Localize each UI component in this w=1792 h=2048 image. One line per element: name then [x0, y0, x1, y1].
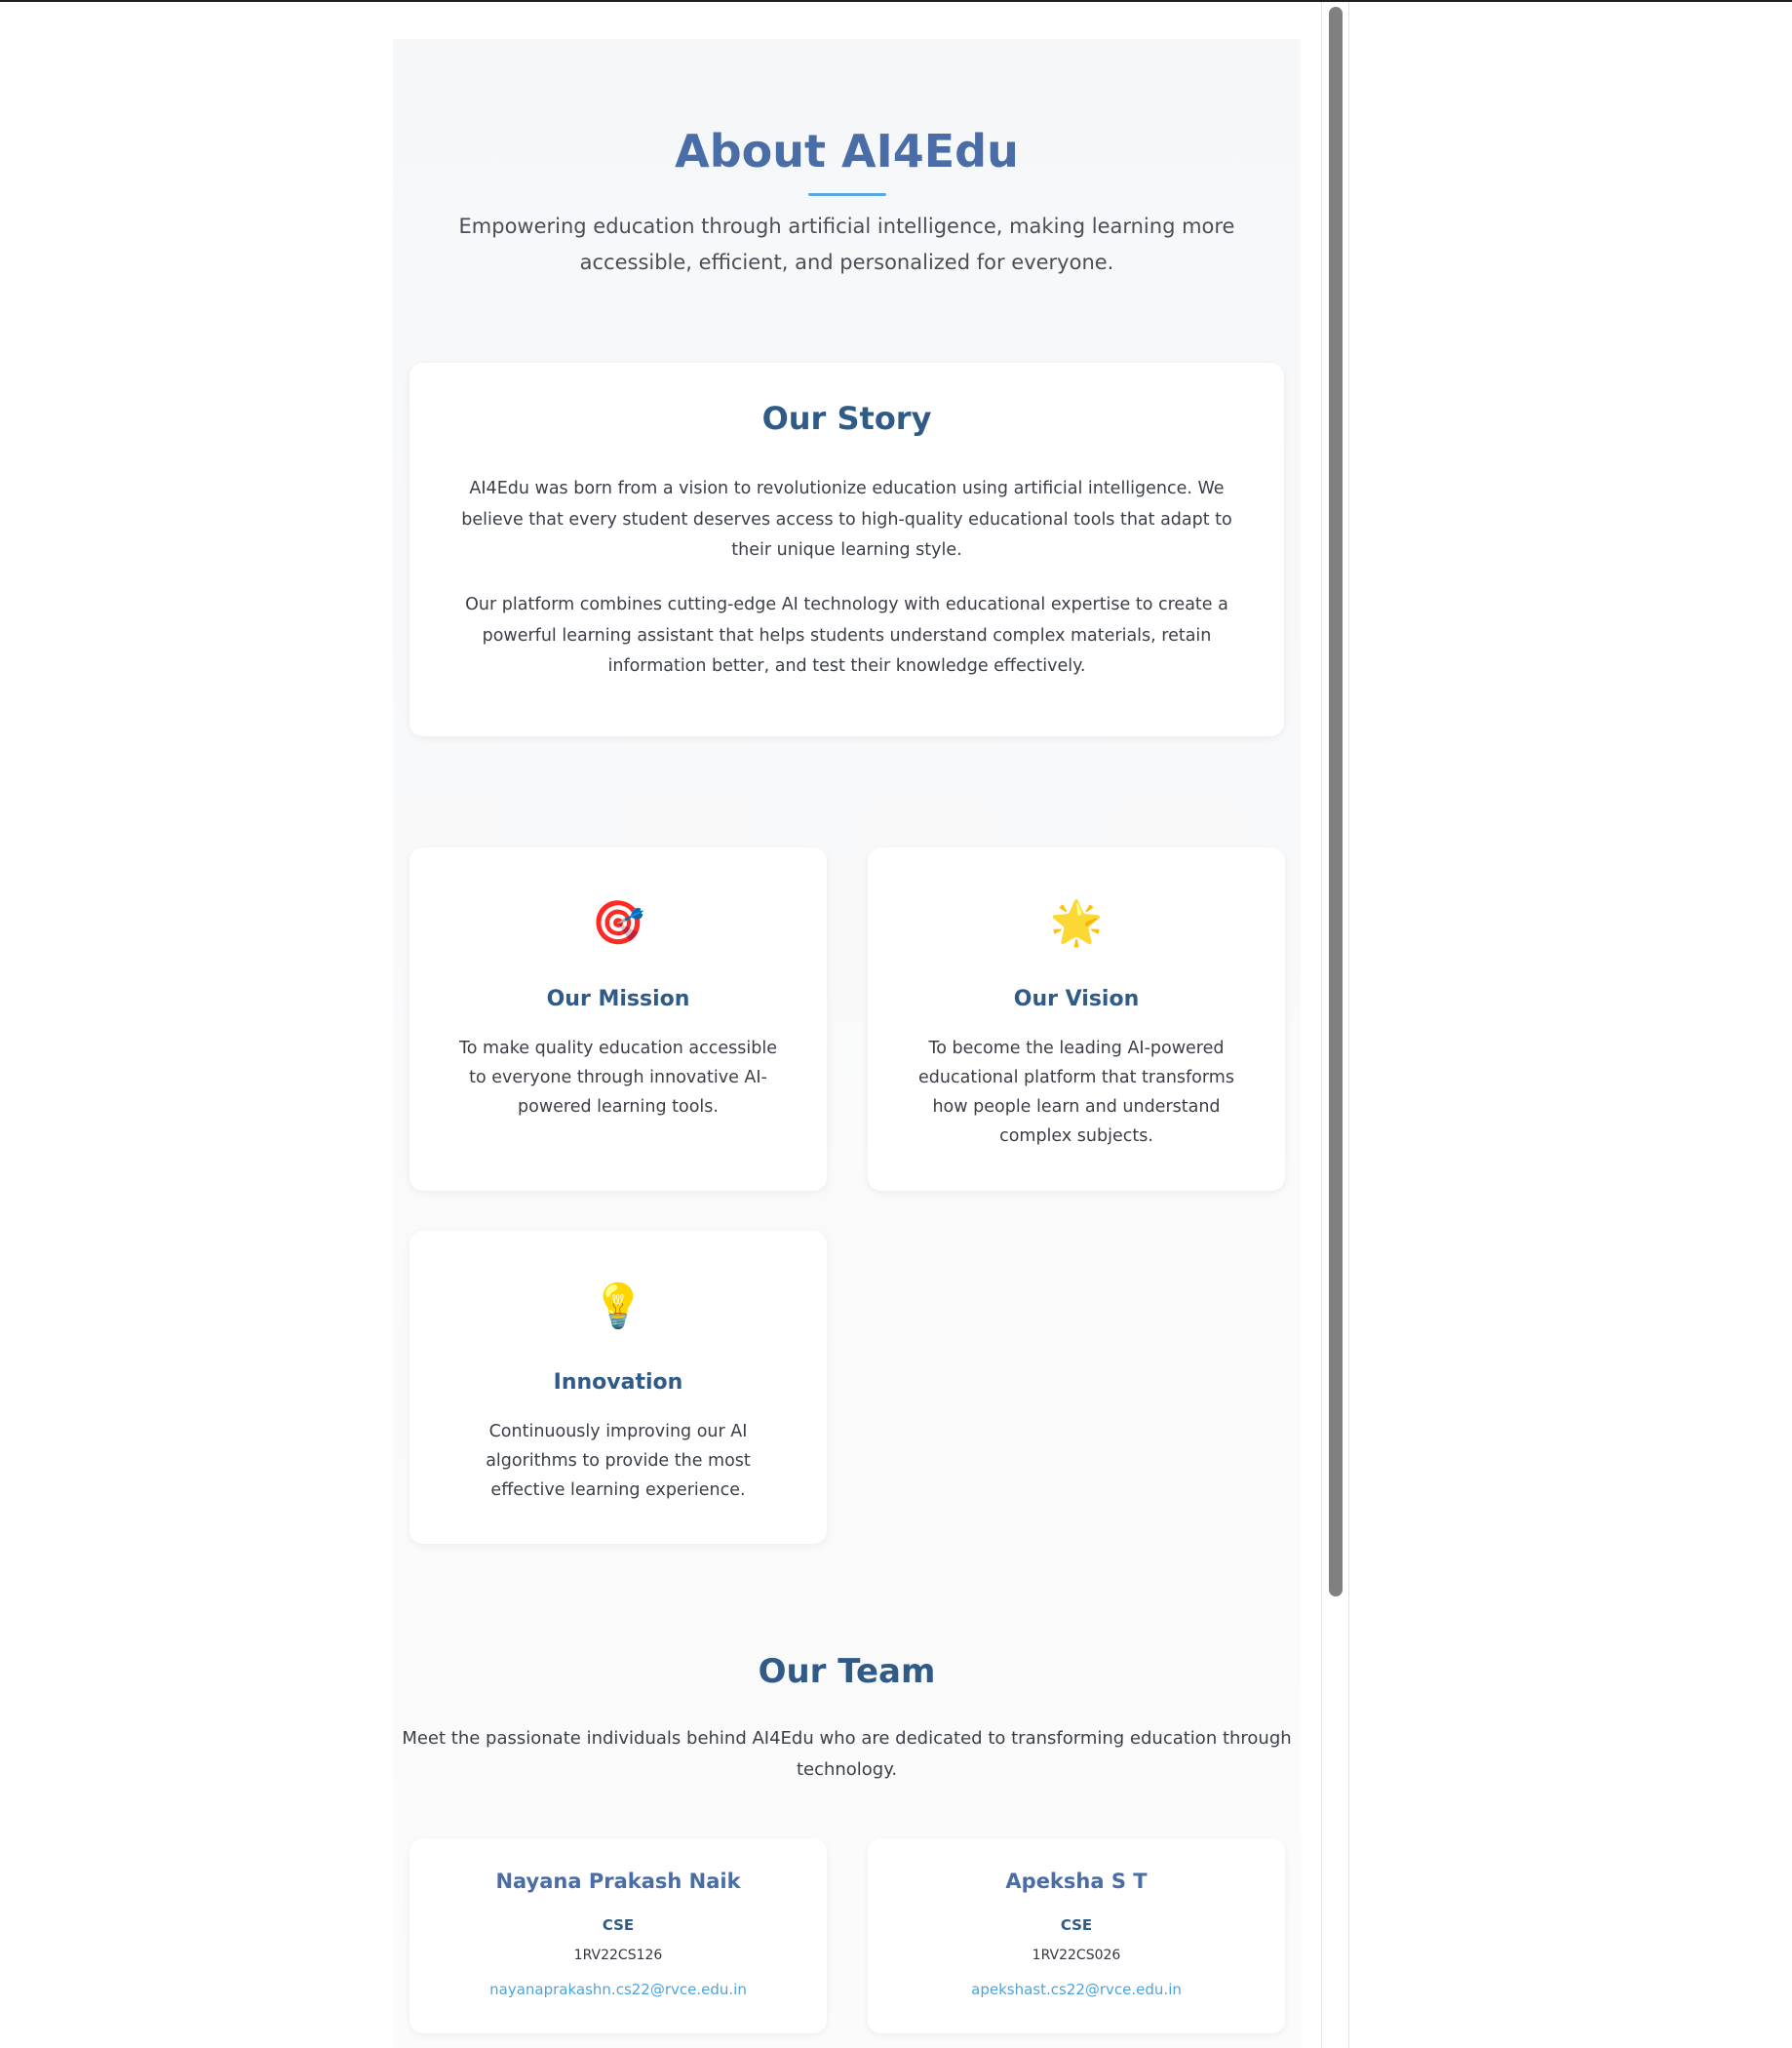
page-subtitle: Empowering education through artificial …	[458, 215, 1235, 274]
window-top-border	[0, 0, 1792, 2]
page-title: About AI4Edu	[675, 125, 1019, 177]
member-email-link[interactable]: nayanaprakashn.cs22@rvce.edu.in	[409, 1981, 827, 1998]
about-page: About AI4Edu Empowering education throug…	[393, 39, 1301, 2048]
team-member-card: Nayana Prakash Naik CSE 1RV22CS126 nayan…	[409, 1838, 827, 2033]
lightbulb-icon: 💡	[591, 1281, 645, 1331]
mission-title: Our Mission	[546, 987, 690, 1011]
vision-title: Our Vision	[1013, 987, 1140, 1011]
team-title: Our Team	[758, 1652, 936, 1691]
innovation-card: 💡 Innovation Continuously improving our …	[409, 1231, 827, 1544]
innovation-description: Continuously improving our AI algorithms…	[486, 1422, 751, 1500]
team-subtitle: Meet the passionate individuals behind A…	[402, 1728, 1292, 1780]
story-paragraph-1: AI4Edu was born from a vision to revolut…	[461, 479, 1232, 560]
vertical-scrollbar[interactable]	[1321, 2, 1349, 2048]
member-name: Apeksha S T	[1005, 1870, 1148, 1893]
vision-description: To become the leading AI-powered educati…	[918, 1039, 1234, 1146]
target-icon: 🎯	[591, 898, 645, 948]
member-name: Nayana Prakash Naik	[495, 1870, 741, 1893]
scrollbar-thumb[interactable]	[1329, 7, 1343, 1596]
team-member-card: Apeksha S T CSE 1RV22CS026 apekshast.cs2…	[868, 1838, 1285, 2033]
member-usn: 1RV22CS126	[573, 1948, 663, 1963]
mission-card: 🎯 Our Mission To make quality education …	[409, 847, 827, 1191]
vision-card: 🌟 Our Vision To become the leading AI-po…	[868, 847, 1285, 1191]
our-story-card: Our Story AI4Edu was born from a vision …	[409, 363, 1284, 736]
member-email-link[interactable]: apekshast.cs22@rvce.edu.in	[868, 1981, 1285, 1998]
story-paragraph-2: Our platform combines cutting-edge AI te…	[465, 595, 1228, 676]
member-usn: 1RV22CS026	[1032, 1948, 1121, 1963]
member-department: CSE	[602, 1916, 635, 1934]
story-title: Our Story	[761, 400, 932, 437]
title-underline	[808, 193, 886, 196]
innovation-title: Innovation	[553, 1370, 683, 1395]
mission-description: To make quality education accessible to …	[459, 1039, 777, 1117]
star-icon: 🌟	[1049, 898, 1104, 948]
member-department: CSE	[1060, 1916, 1093, 1934]
